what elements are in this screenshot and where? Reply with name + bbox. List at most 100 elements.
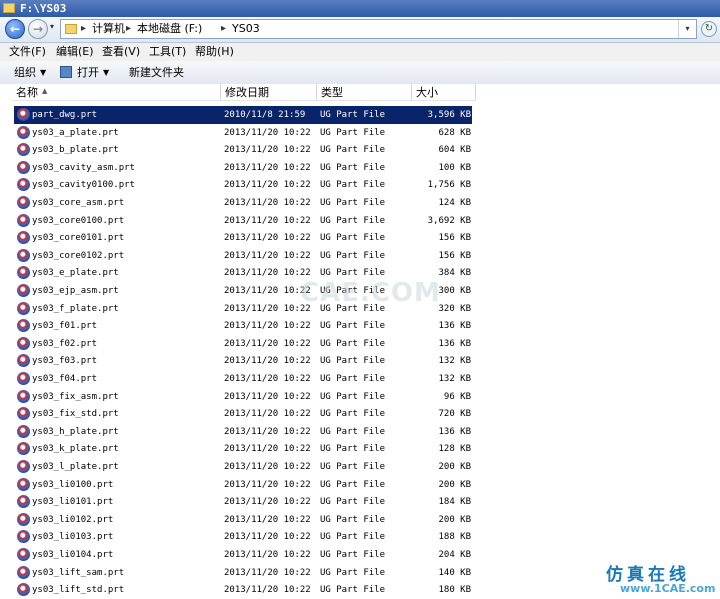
- table-row[interactable]: ys03_h_plate.prt 2013/11/20 10:22 UG Part …: [14, 423, 472, 441]
- menu-help[interactable]: 帮助(H): [195, 45, 234, 59]
- table-row[interactable]: ys03_b_plate.prt 2013/11/20 10:22 UG Part …: [14, 141, 472, 159]
- file-name: ys03_lift_std.prt: [32, 585, 125, 596]
- table-row[interactable]: ys03_f04.prt 2013/11/20 10:22 UG Part File…: [14, 370, 472, 388]
- file-date: 2013/11/20 10:22: [224, 180, 311, 191]
- menu-file[interactable]: 文件(F): [9, 45, 46, 59]
- forward-button[interactable]: →: [28, 19, 48, 39]
- address-dropdown-icon[interactable]: ▾: [678, 20, 696, 38]
- file-type: UG Part File: [320, 356, 386, 367]
- address-bar[interactable]: ▸ 计算机 ▸ 本地磁盘 (F:) ▸ YS03 ▾: [60, 19, 697, 39]
- file-size: 204 KB: [438, 550, 471, 560]
- column-size[interactable]: 大小: [412, 84, 476, 101]
- column-type[interactable]: 类型: [317, 84, 412, 101]
- breadcrumb-drive[interactable]: 本地磁盘 (F:): [137, 22, 202, 36]
- table-row[interactable]: ys03_core0102.prt 2013/11/20 10:22 UG Part…: [14, 247, 472, 265]
- file-date: 2013/11/20 10:22: [224, 198, 311, 208]
- table-row[interactable]: ys03_core_asm.prt 2013/11/20 10:22 UG Part…: [14, 194, 472, 212]
- menu-bar: 文件(F) 编辑(E) 查看(V) 工具(T) 帮助(H): [0, 43, 720, 62]
- table-row[interactable]: ys03_a_plate.prt 2013/11/20 10:22 UG Part …: [14, 124, 472, 142]
- file-size: 3,596 KB: [427, 110, 471, 120]
- file-size: 184 KB: [438, 497, 471, 508]
- file-type: UG Part File: [320, 567, 386, 578]
- file-type: UG Part File: [320, 585, 386, 596]
- breadcrumb-separator[interactable]: ▸: [221, 22, 226, 36]
- table-row[interactable]: ys03_lift_std.prt 2013/11/20 10:22 UG Part…: [14, 581, 472, 599]
- file-type: UG Part File: [320, 321, 386, 332]
- file-type: UG Part File: [320, 497, 386, 508]
- file-size: 188 KB: [438, 532, 471, 543]
- file-date: 2013/11/20 10:22: [224, 250, 311, 261]
- watermark: CAE.COM: [300, 278, 441, 308]
- table-row[interactable]: ys03_lift_sam.prt 2013/11/20 10:22 UG Part…: [14, 564, 472, 582]
- table-row[interactable]: ys03_f01.prt 2013/11/20 10:22 UG Part File…: [14, 317, 472, 335]
- breadcrumb-folder[interactable]: YS03: [232, 22, 260, 36]
- breadcrumb-computer[interactable]: 计算机: [92, 22, 125, 36]
- organize-button[interactable]: 组织: [14, 65, 36, 80]
- navigation-bar: ← → ▾ ▸ 计算机 ▸ 本地磁盘 (F:) ▸ YS03 ▾ ↻: [0, 17, 720, 43]
- table-row[interactable]: ys03_fix_asm.prt 2013/11/20 10:22 UG Part …: [14, 388, 472, 406]
- file-name: ys03_fix_asm.prt: [32, 391, 119, 402]
- back-button[interactable]: ←: [5, 19, 25, 39]
- file-name: ys03_f02.prt: [32, 338, 98, 349]
- file-size: 132 KB: [438, 374, 471, 384]
- column-date[interactable]: 修改日期: [221, 84, 317, 101]
- history-dropdown-icon[interactable]: ▾: [50, 22, 54, 31]
- file-type: UG Part File: [320, 409, 386, 420]
- file-size: 720 KB: [438, 409, 471, 420]
- ug-part-file-icon: [17, 477, 30, 491]
- breadcrumb-separator[interactable]: ▸: [81, 22, 86, 36]
- file-type: UG Part File: [320, 127, 386, 138]
- file-type: UG Part File: [320, 250, 386, 261]
- file-type: UG Part File: [320, 462, 386, 472]
- file-name: part_dwg.prt: [32, 110, 98, 120]
- table-row[interactable]: ys03_li0103.prt 2013/11/20 10:22 UG Part F…: [14, 528, 472, 546]
- file-name: ys03_cavity0100.prt: [32, 180, 135, 191]
- table-row[interactable]: ys03_core0101.prt 2013/11/20 10:22 UG Part…: [14, 229, 472, 247]
- file-name: ys03_li0101.prt: [32, 497, 114, 508]
- chevron-down-icon[interactable]: ▼: [40, 65, 46, 80]
- menu-edit[interactable]: 编辑(E): [56, 45, 94, 59]
- table-row[interactable]: ys03_f03.prt 2013/11/20 10:22 UG Part File…: [14, 352, 472, 370]
- table-row[interactable]: ys03_core0100.prt 2013/11/20 10:22 UG Part…: [14, 212, 472, 230]
- file-size: 3,692 KB: [427, 215, 471, 226]
- file-date: 2013/11/20 10:22: [224, 321, 311, 332]
- file-name: ys03_a_plate.prt: [32, 127, 119, 138]
- file-date: 2013/11/20 10:22: [224, 338, 311, 349]
- table-row[interactable]: ys03_l_plate.prt 2013/11/20 10:22 UG Part …: [14, 458, 472, 476]
- table-row[interactable]: ys03_li0100.prt 2013/11/20 10:22 UG Part F…: [14, 476, 472, 494]
- file-type: UG Part File: [320, 550, 386, 560]
- open-button[interactable]: 打开: [77, 65, 99, 80]
- chevron-down-icon[interactable]: ▼: [103, 65, 109, 80]
- menu-view[interactable]: 查看(V): [102, 45, 140, 59]
- file-date: 2013/11/20 10:22: [224, 303, 311, 314]
- file-size: 200 KB: [438, 462, 471, 472]
- file-date: 2013/11/20 10:22: [224, 409, 311, 420]
- file-date: 2013/11/20 10:22: [224, 479, 311, 490]
- breadcrumb-separator[interactable]: ▸: [126, 22, 131, 36]
- file-size: 156 KB: [438, 250, 471, 261]
- table-row[interactable]: ys03_fix_std.prt 2013/11/20 10:22 UG Part …: [14, 405, 472, 423]
- table-row[interactable]: part_dwg.prt 2010/11/8 21:59 UG Part File 3…: [14, 106, 472, 124]
- new-folder-button[interactable]: 新建文件夹: [129, 65, 184, 80]
- file-name: ys03_l_plate.prt: [32, 462, 119, 472]
- file-name: ys03_h_plate.prt: [32, 426, 119, 437]
- table-row[interactable]: ys03_cavity_asm.prt 2013/11/20 10:22 UG Pa…: [14, 159, 472, 177]
- file-name: ys03_k_plate.prt: [32, 444, 119, 455]
- column-header: 名称 ▲ 修改日期 类型 大小: [0, 84, 720, 102]
- table-row[interactable]: ys03_li0102.prt 2013/11/20 10:22 UG Part F…: [14, 511, 472, 529]
- file-name: ys03_li0103.prt: [32, 532, 114, 543]
- file-type: UG Part File: [320, 145, 386, 156]
- table-row[interactable]: ys03_li0101.prt 2013/11/20 10:22 UG Part F…: [14, 493, 472, 511]
- file-date: 2013/11/20 10:22: [224, 444, 311, 455]
- table-row[interactable]: ys03_k_plate.prt 2013/11/20 10:22 UG Part …: [14, 440, 472, 458]
- file-type: UG Part File: [320, 180, 386, 191]
- ug-part-file-icon: [17, 389, 30, 403]
- refresh-icon[interactable]: ↻: [701, 21, 717, 37]
- menu-tools[interactable]: 工具(T): [149, 45, 186, 59]
- file-name: ys03_li0102.prt: [32, 514, 114, 525]
- file-size: 136 KB: [438, 338, 471, 349]
- table-row[interactable]: ys03_cavity0100.prt 2013/11/20 10:22 UG Pa…: [14, 176, 472, 194]
- file-size: 628 KB: [438, 127, 471, 138]
- table-row[interactable]: ys03_f02.prt 2013/11/20 10:22 UG Part File…: [14, 335, 472, 353]
- table-row[interactable]: ys03_li0104.prt 2013/11/20 10:22 UG Part F…: [14, 546, 472, 564]
